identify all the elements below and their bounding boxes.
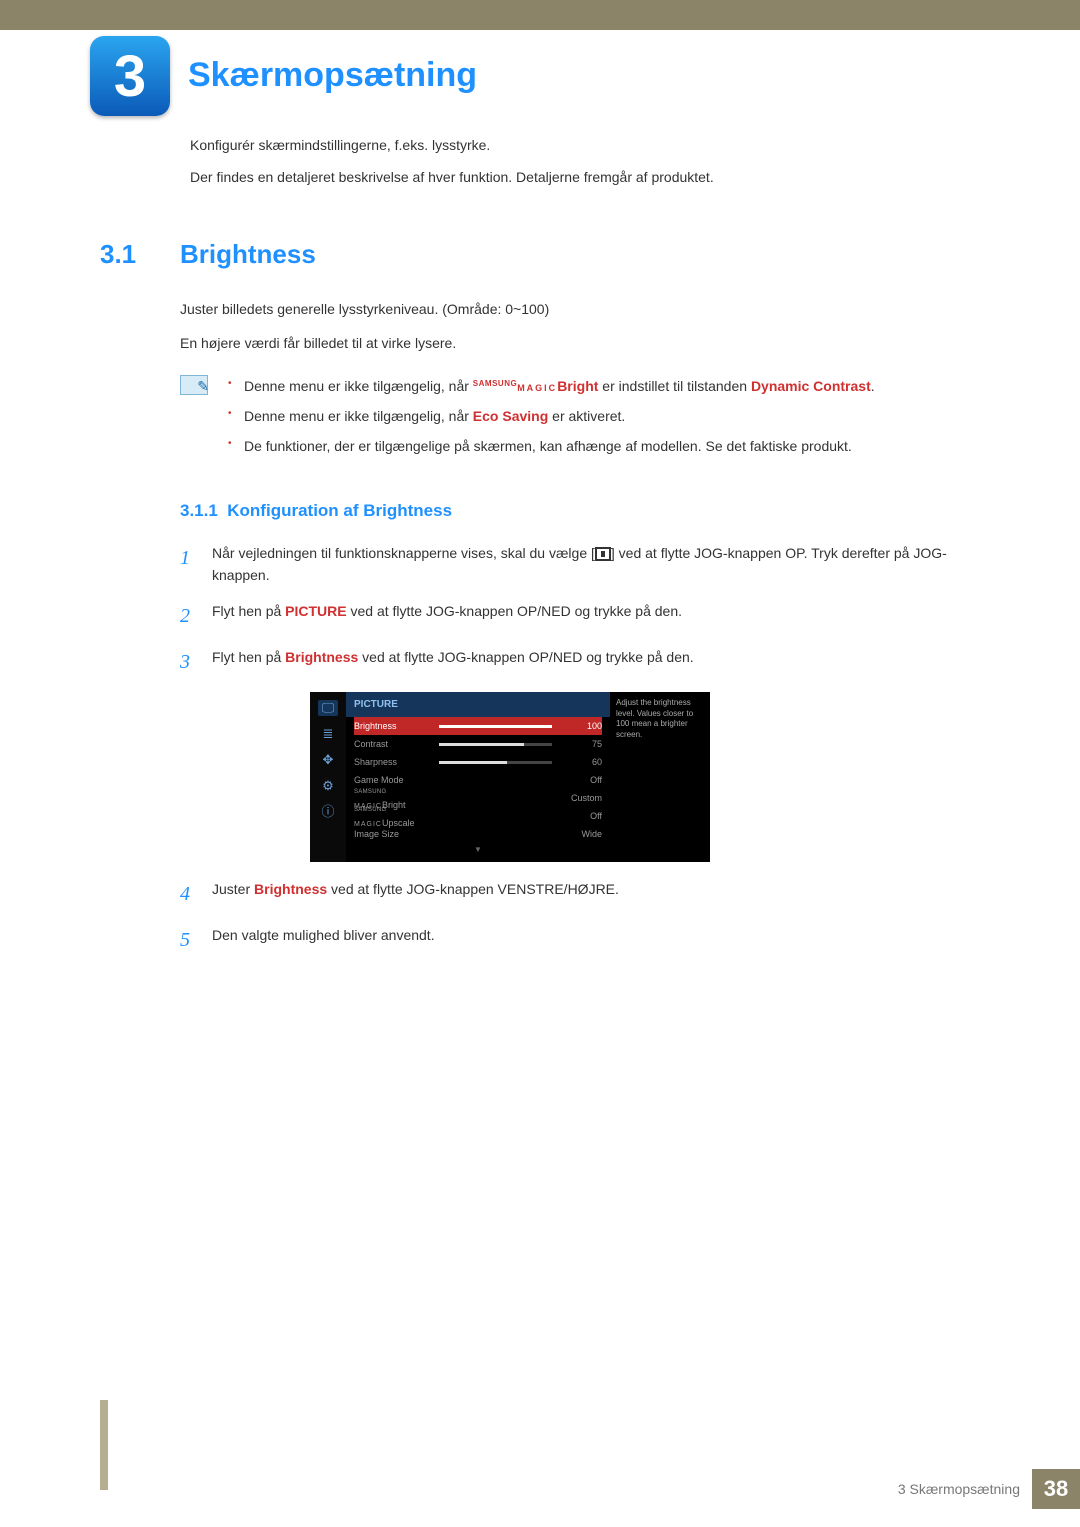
gear-icon: ⚙ xyxy=(318,778,338,794)
note-icon xyxy=(180,375,208,395)
info-icon: ⓘ xyxy=(318,804,338,820)
osd-sidebar: 🖵 ≣ ✥ ⚙ ⓘ xyxy=(310,692,346,862)
intro-paragraph-1: Konfigurér skærmindstillingerne, f.eks. … xyxy=(190,134,980,156)
step-3: 3 Flyt hen på Brightness ved at flytte J… xyxy=(180,646,980,678)
osd-row: Image SizeWide xyxy=(354,825,602,843)
note-item-1: Denne menu er ikke tilgængelig, når SAMS… xyxy=(228,375,875,399)
chapter-number-badge: 3 xyxy=(90,36,170,116)
menu-icon xyxy=(595,547,611,561)
osd-screenshot: 🖵 ≣ ✥ ⚙ ⓘ PICTURE Brightness100Contrast7… xyxy=(310,692,710,862)
steps-list: 1 Når vejledningen til funktionsknappern… xyxy=(180,542,980,957)
page-footer: 3 Skærmopsætning 38 xyxy=(898,1469,1080,1509)
step-number: 3 xyxy=(180,646,198,678)
monitor-icon: 🖵 xyxy=(318,700,338,716)
footer-page-number: 38 xyxy=(1032,1469,1080,1509)
footer-left-stripe xyxy=(100,1400,108,1490)
step-number: 5 xyxy=(180,924,198,956)
subsection-heading: 3.1.1 Konfiguration af Brightness xyxy=(180,497,980,526)
header-top-bar xyxy=(0,0,1080,30)
note-box: Denne menu er ikke tilgængelig, når SAMS… xyxy=(180,375,980,464)
section-paragraph-2: En højere værdi får billedet til at virk… xyxy=(180,332,980,356)
step-4: 4 Juster Brightness ved at flytte JOG-kn… xyxy=(180,878,980,910)
section-heading: 3.1 Brightness xyxy=(100,239,980,270)
osd-header: PICTURE xyxy=(346,692,610,717)
step-number: 4 xyxy=(180,878,198,910)
chapter-intro: Konfigurér skærmindstillingerne, f.eks. … xyxy=(190,134,980,189)
note-item-3: De funktioner, der er tilgængelige på sk… xyxy=(228,435,875,459)
intro-paragraph-2: Der findes en detaljeret beskrivelse af … xyxy=(190,166,980,188)
chapter-title: Skærmopsætning xyxy=(188,56,477,95)
note-item-2: Denne menu er ikke tilgængelig, når Eco … xyxy=(228,405,875,429)
chapter-header: 3 Skærmopsætning xyxy=(100,36,980,116)
osd-row: Contrast75 xyxy=(354,735,602,753)
osd-row: Brightness100 xyxy=(354,717,602,735)
section-number: 3.1 xyxy=(100,239,150,270)
section-paragraph-1: Juster billedets generelle lysstyrkenive… xyxy=(180,298,980,322)
footer-chapter-label: 3 Skærmopsætning xyxy=(898,1481,1020,1497)
step-number: 2 xyxy=(180,600,198,632)
list-icon: ≣ xyxy=(318,726,338,742)
step-number: 1 xyxy=(180,542,198,587)
scroll-down-icon: ▼ xyxy=(346,843,610,857)
section-title: Brightness xyxy=(180,239,316,270)
step-5: 5 Den valgte mulighed bliver anvendt. xyxy=(180,924,980,956)
osd-help-text: Adjust the brightness level. Values clos… xyxy=(610,692,710,862)
arrows-icon: ✥ xyxy=(318,752,338,768)
osd-row: Sharpness60 xyxy=(354,753,602,771)
subsection-number: 3.1.1 xyxy=(180,501,218,520)
subsection-title: Konfiguration af Brightness xyxy=(227,501,452,520)
osd-row: SAMSUNGMAGICUpscaleOff xyxy=(354,807,602,825)
step-2: 2 Flyt hen på PICTURE ved at flytte JOG-… xyxy=(180,600,980,632)
step-1: 1 Når vejledningen til funktionsknappern… xyxy=(180,542,980,587)
